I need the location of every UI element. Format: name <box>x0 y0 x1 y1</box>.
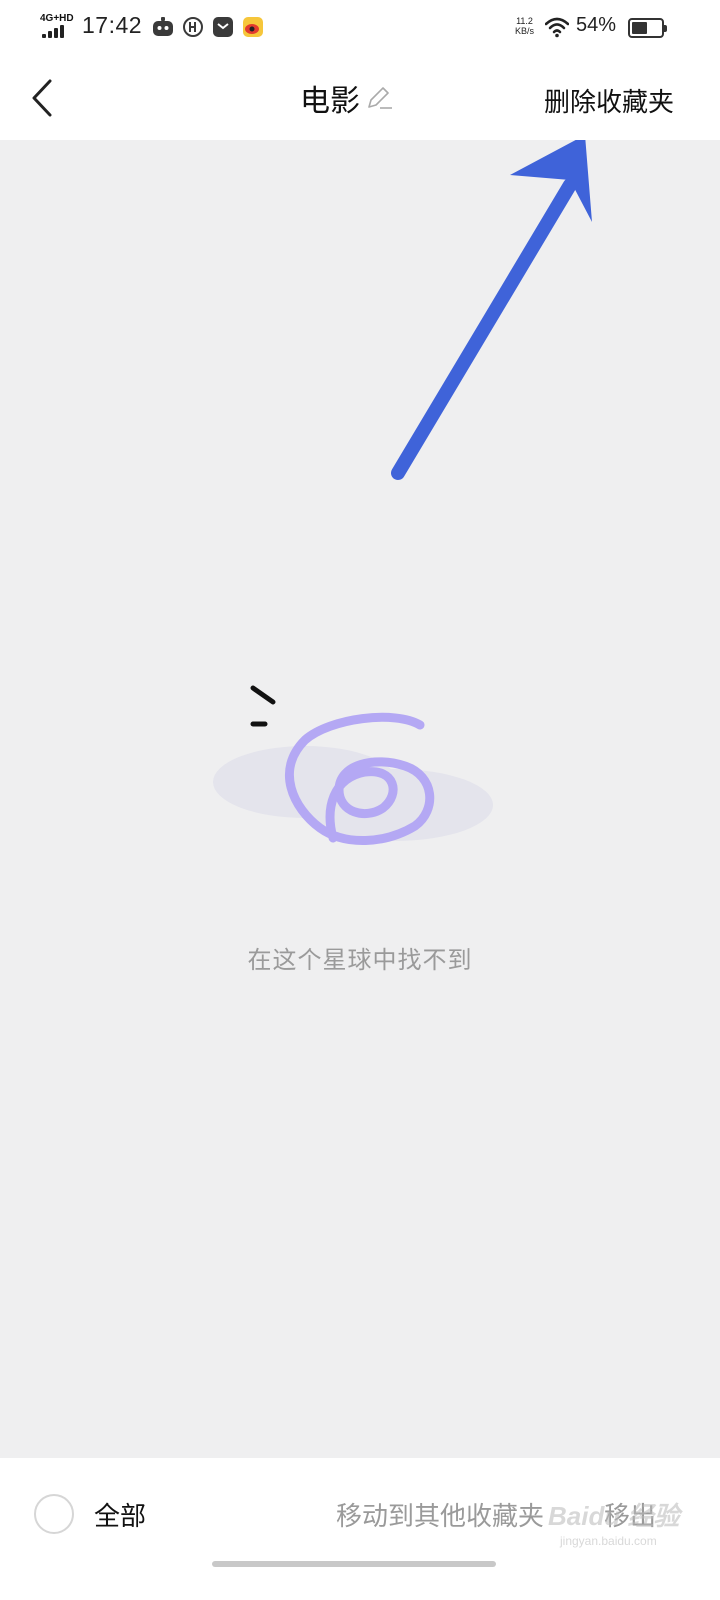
wifi-icon <box>545 17 569 38</box>
home-indicator[interactable] <box>212 1561 496 1567</box>
robot-app-icon <box>153 17 173 36</box>
page-title: 电影 <box>300 84 360 119</box>
network-speed-value: 11.2 <box>516 16 533 26</box>
mail-app-icon <box>213 17 233 37</box>
circle-app-icon <box>183 17 203 37</box>
empty-planet-illustration <box>213 685 493 846</box>
move-to-other-folder-button[interactable]: 移动到其他收藏夹 <box>336 1496 544 1533</box>
network-speed-unit: KB/s <box>515 26 535 36</box>
nav-bar: 电影 删除收藏夹 <box>0 56 720 140</box>
edit-pencil-icon[interactable] <box>364 83 394 113</box>
clock: 17:42 <box>82 12 143 38</box>
cellular-signal-icon: 4G+HD <box>40 14 76 40</box>
weibo-app-icon <box>243 17 263 37</box>
select-all-label: 全部 <box>94 1501 147 1532</box>
battery-level-fill <box>632 22 648 34</box>
status-bar: 4G+HD 17:42 11.2 KB/s 54% <box>0 0 720 56</box>
favorites-content-area: 在这个星球中找不到 <box>0 140 720 1458</box>
chevron-left-icon <box>32 79 52 117</box>
select-all-radio[interactable] <box>34 1494 74 1534</box>
select-all-toggle[interactable]: 全部 <box>34 1492 146 1536</box>
network-type: 4G+HD <box>40 13 74 24</box>
back-button[interactable] <box>20 72 64 124</box>
title-area: 电影 <box>300 78 394 119</box>
watermark-url: jingyan.baidu.com <box>560 1534 657 1548</box>
battery-percent: 54% <box>576 14 617 36</box>
network-speed: 11.2 KB/s <box>515 16 534 36</box>
bottom-action-bar: 全部 移动到其他收藏夹 移出 Baidu 经验 jingyan.baidu.co… <box>0 1458 720 1600</box>
battery-icon <box>628 18 667 38</box>
delete-folder-button[interactable]: 删除收藏夹 <box>544 82 674 119</box>
empty-state-message: 在这个星球中找不到 <box>247 946 473 974</box>
remove-button[interactable]: 移出 <box>604 1496 656 1533</box>
annotation-arrow <box>391 140 592 480</box>
